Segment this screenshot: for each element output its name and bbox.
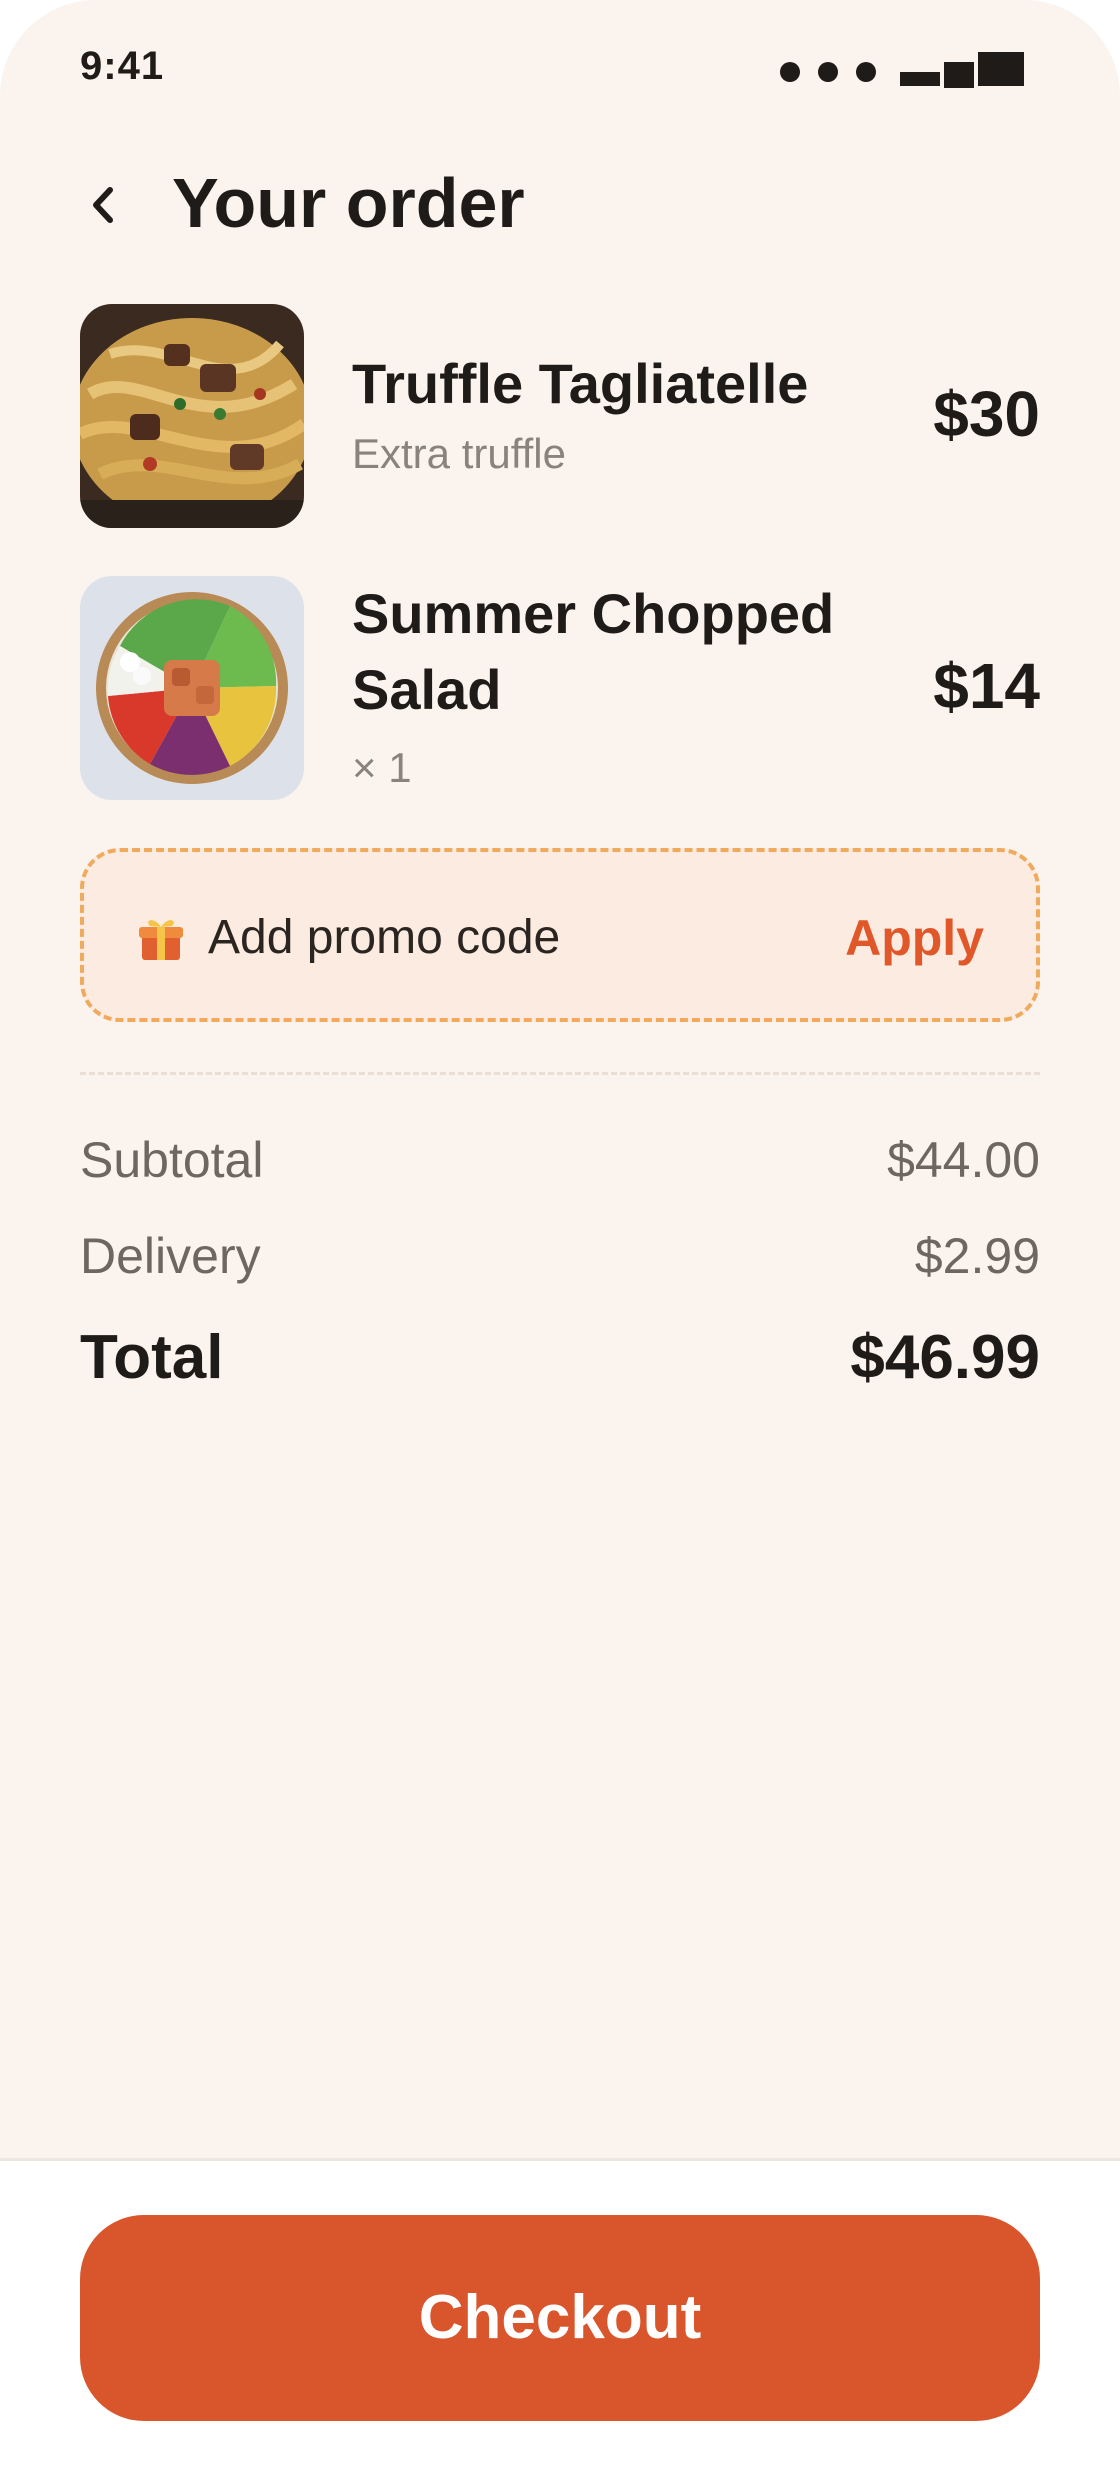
promo-code-field[interactable]: Add promo code Apply <box>80 848 1040 1022</box>
battery-bar-icon <box>900 72 940 86</box>
divider <box>80 1072 1040 1075</box>
signal-dot-icon <box>818 62 838 82</box>
total-value: $46.99 <box>850 1323 1040 1392</box>
phone-screen: 9:41 Your order Truffle Tagliatelle Extr… <box>0 0 1120 2480</box>
checkout-footer: Checkout <box>0 2158 1120 2480</box>
item-price: $30 <box>933 378 1040 450</box>
chevron-left-icon <box>93 187 113 223</box>
pasta-dish-photo <box>80 304 304 528</box>
battery-bar-icon <box>978 52 1024 86</box>
status-indicators <box>780 52 1040 92</box>
item-detail: Extra truffle <box>352 430 566 477</box>
gift-icon <box>136 914 186 964</box>
salad-bowl-photo <box>80 576 304 800</box>
apply-promo-button[interactable]: Apply <box>845 908 984 968</box>
signal-dot-icon <box>856 62 876 82</box>
delivery-value: $2.99 <box>914 1228 1040 1284</box>
subtotal-value: $44.00 <box>887 1132 1040 1188</box>
status-time: 9:41 <box>80 44 165 88</box>
back-button[interactable] <box>80 180 130 230</box>
total-label: Total <box>80 1323 224 1392</box>
item-name: Truffle Tagliatelle <box>352 352 809 415</box>
signal-dot-icon <box>780 62 800 82</box>
battery-bar-icon <box>944 62 974 88</box>
page-title: Your order <box>172 164 525 242</box>
order-item[interactable]: Truffle Tagliatelle Extra truffle $30 <box>80 304 1040 528</box>
promo-code-placeholder: Add promo code <box>208 911 561 964</box>
checkout-button[interactable]: Checkout <box>80 2215 1040 2421</box>
item-name: Summer Chopped Salad <box>352 582 835 721</box>
subtotal-label: Subtotal <box>80 1132 264 1188</box>
item-price: $14 <box>933 650 1040 722</box>
order-item[interactable]: Summer Chopped Salad × 1 $14 <box>80 576 1040 800</box>
item-quantity: × 1 <box>352 744 412 791</box>
delivery-label: Delivery <box>80 1228 261 1284</box>
